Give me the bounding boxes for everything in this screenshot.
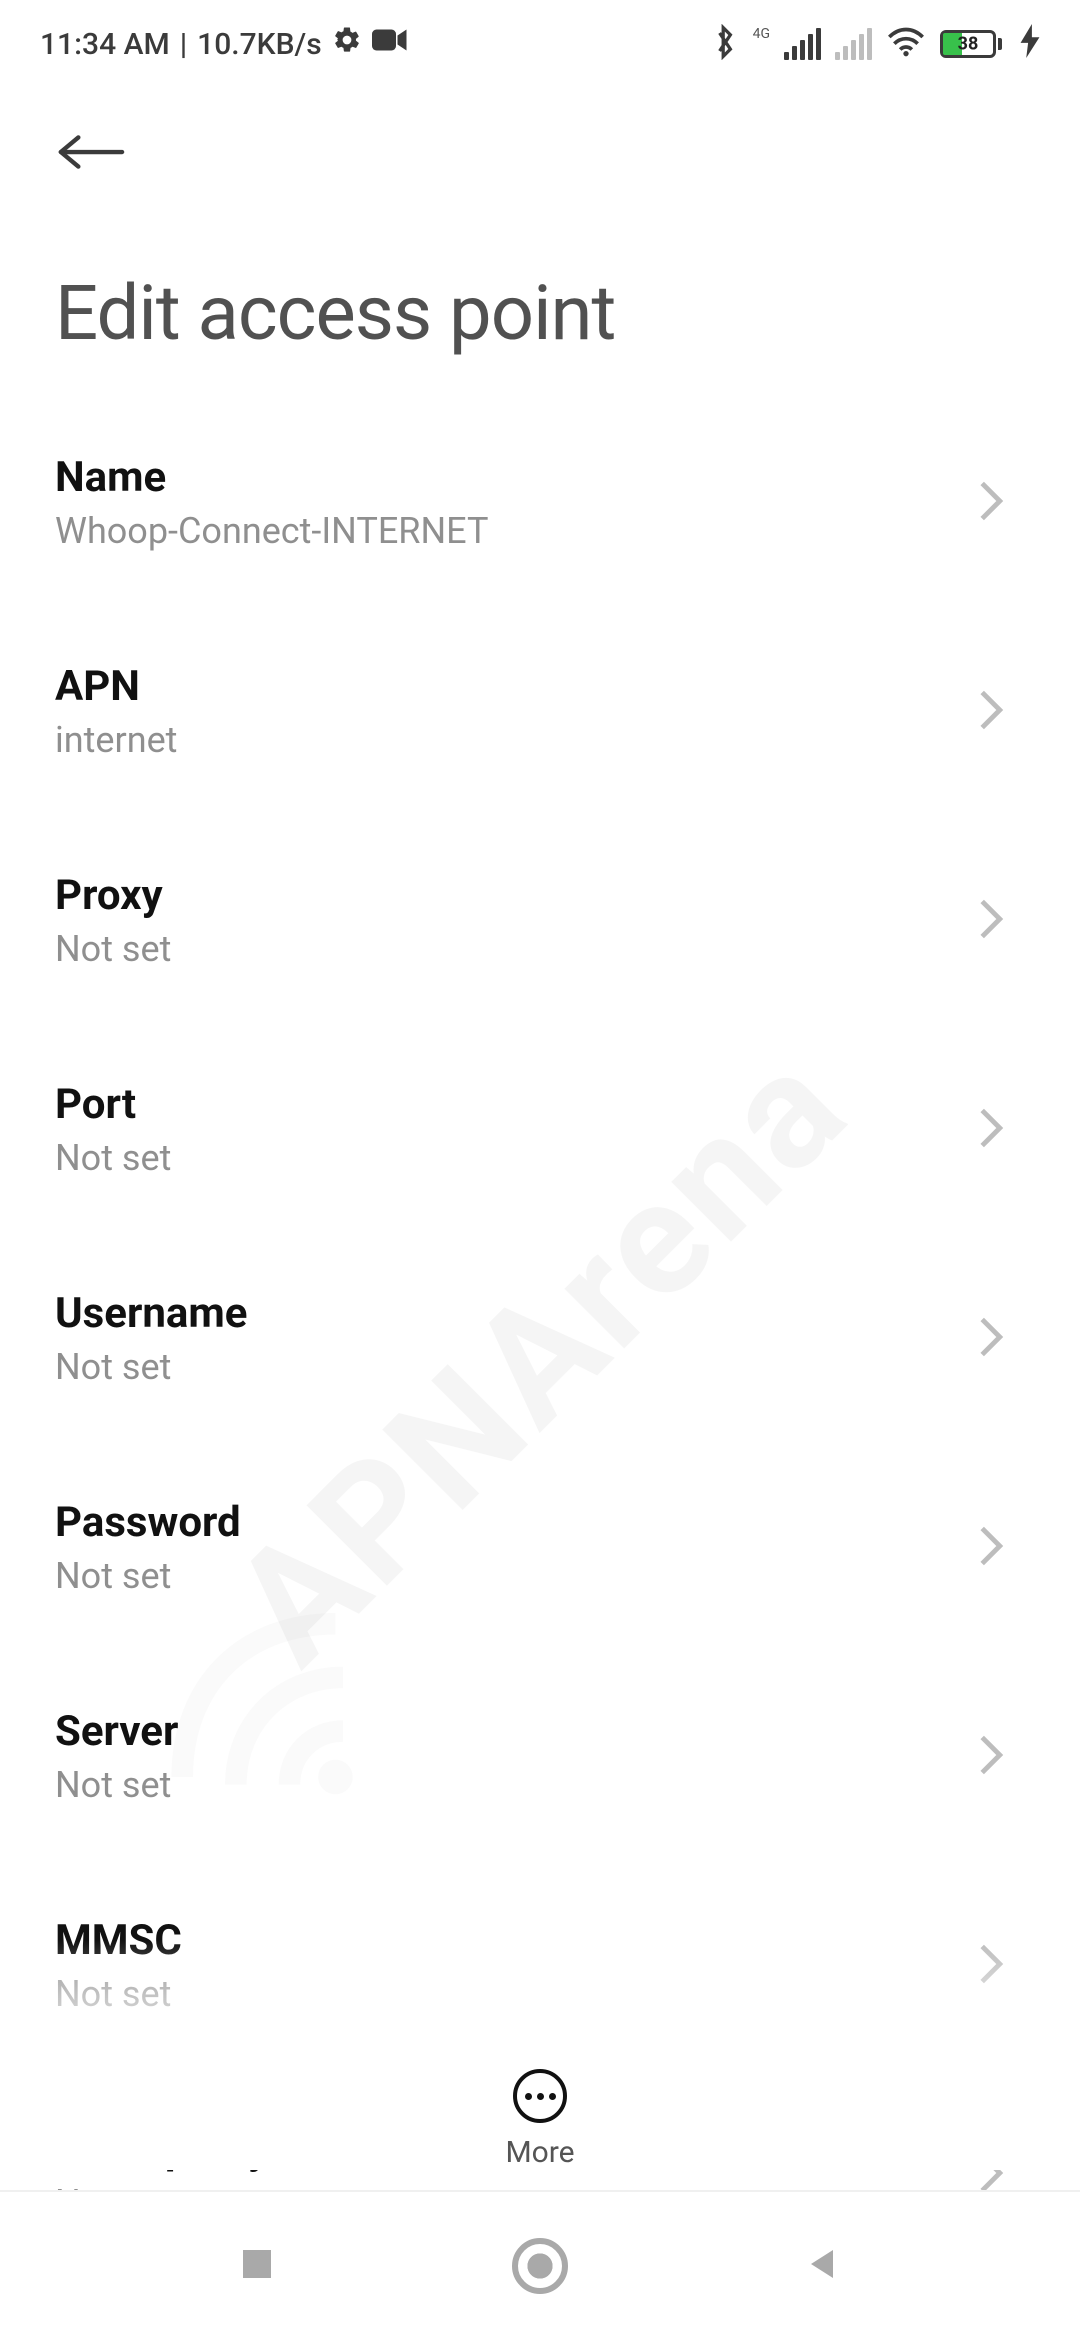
nav-back-button[interactable] xyxy=(803,2244,843,2288)
more-icon xyxy=(513,2069,567,2123)
gear-icon xyxy=(332,25,362,63)
nav-recent-button[interactable] xyxy=(237,2244,277,2288)
chevron-right-icon xyxy=(977,1733,1005,1781)
nav-home-button[interactable] xyxy=(512,2238,568,2294)
row-label: Port xyxy=(55,1080,171,1129)
row-proxy[interactable]: Proxy Not set xyxy=(55,816,1025,1025)
row-value: Not set xyxy=(55,1764,178,1806)
system-nav-bar xyxy=(0,2190,1080,2340)
signal-sim1-icon xyxy=(784,28,821,60)
wifi-icon xyxy=(886,26,926,62)
signal-sim2-icon xyxy=(835,28,872,60)
row-label: Proxy xyxy=(55,871,171,920)
chevron-right-icon xyxy=(977,1524,1005,1572)
apn-settings-list: Name Whoop-Connect-INTERNET APN internet… xyxy=(0,398,1080,2279)
row-value: Not set xyxy=(55,928,171,970)
chevron-right-icon xyxy=(977,1315,1005,1363)
row-value: Not set xyxy=(55,1973,182,2015)
charging-bolt-icon xyxy=(1020,24,1040,65)
page-title: Edit access point xyxy=(0,178,1080,398)
row-apn[interactable]: APN internet xyxy=(55,607,1025,816)
row-label: MMSC xyxy=(55,1916,182,1965)
row-value: Not set xyxy=(55,1137,171,1179)
status-net-speed: 10.7KB/s xyxy=(197,27,322,62)
chevron-right-icon xyxy=(977,479,1005,527)
row-value: internet xyxy=(55,719,177,761)
chevron-right-icon xyxy=(977,688,1005,736)
row-name[interactable]: Name Whoop-Connect-INTERNET xyxy=(55,398,1025,607)
row-value: Not set xyxy=(55,1555,241,1597)
bluetooth-icon xyxy=(711,24,739,64)
row-password[interactable]: Password Not set xyxy=(55,1443,1025,1652)
row-username[interactable]: Username Not set xyxy=(55,1234,1025,1443)
row-label: Username xyxy=(55,1289,247,1338)
status-bar: 11:34 AM | 10.7KB/s 4G 38 xyxy=(0,0,1080,70)
row-port[interactable]: Port Not set xyxy=(55,1025,1025,1234)
row-label: APN xyxy=(55,662,177,711)
chevron-right-icon xyxy=(977,897,1005,945)
video-camera-icon xyxy=(372,26,408,62)
row-value: Not set xyxy=(55,1346,247,1388)
chevron-right-icon xyxy=(977,1942,1005,1990)
battery-icon: 38 xyxy=(940,30,1002,58)
status-left: 11:34 AM | 10.7KB/s xyxy=(40,25,408,63)
row-value: Whoop-Connect-INTERNET xyxy=(55,510,488,552)
more-label: More xyxy=(505,2135,574,2170)
battery-percent: 38 xyxy=(958,34,979,55)
chevron-right-icon xyxy=(977,1106,1005,1154)
row-label: Password xyxy=(55,1498,241,1547)
row-label: Server xyxy=(55,1707,178,1756)
row-server[interactable]: Server Not set xyxy=(55,1652,1025,1861)
status-right: 4G 38 xyxy=(711,24,1040,65)
back-button[interactable] xyxy=(55,130,1025,178)
row-label: Name xyxy=(55,453,488,502)
more-button[interactable]: More xyxy=(0,2039,1080,2170)
status-time: 11:34 AM xyxy=(40,27,170,62)
status-sep: | xyxy=(180,27,187,62)
network-type-label: 4G xyxy=(753,26,770,42)
